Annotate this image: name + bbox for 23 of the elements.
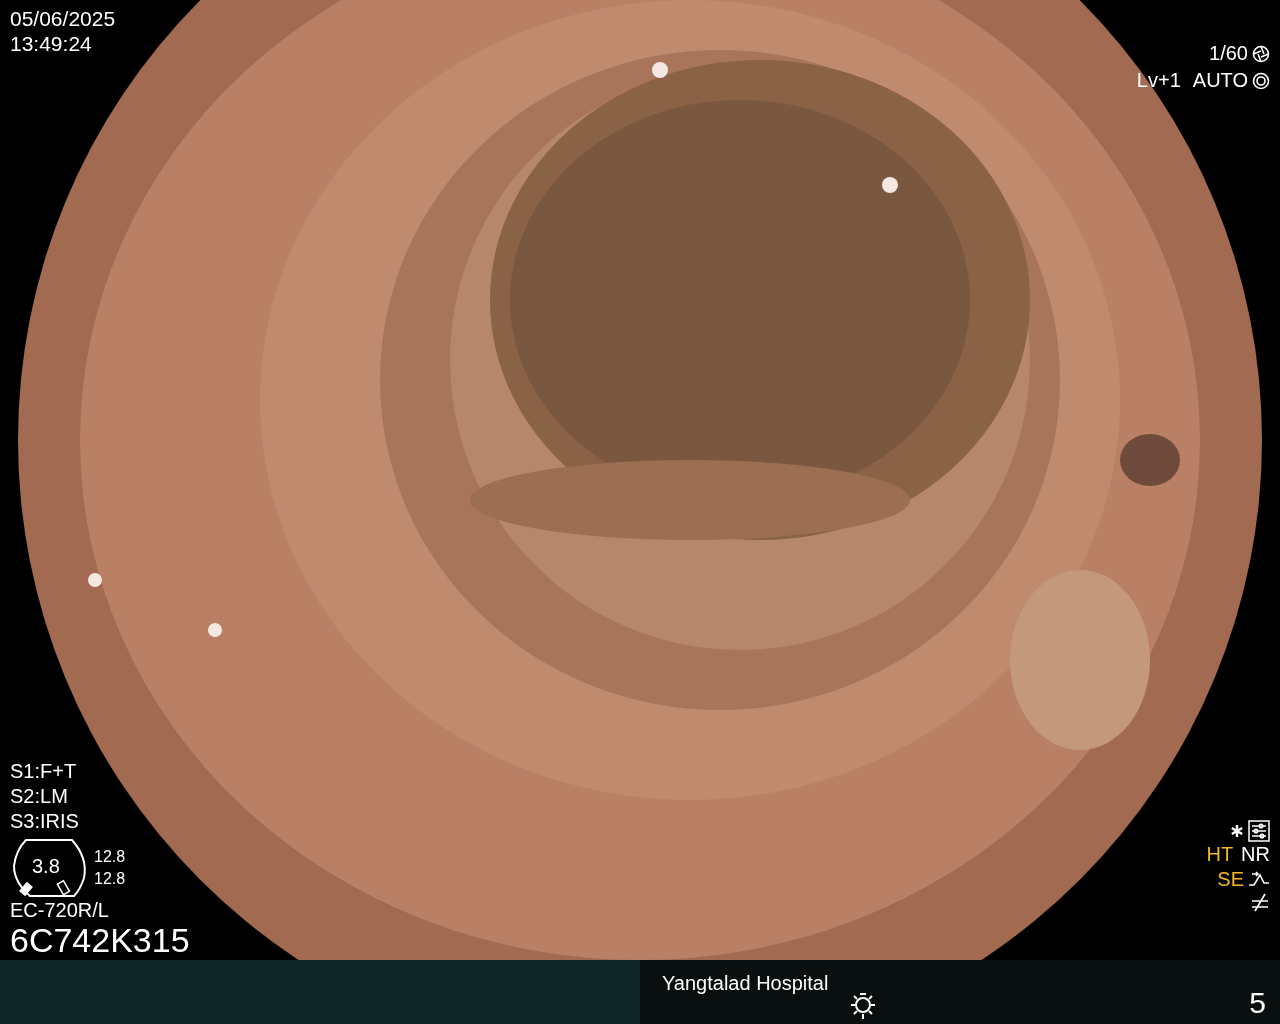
not-equal-icon [1250, 892, 1270, 912]
enhancement-label: HT [1206, 842, 1234, 867]
page-number: 5 [1249, 986, 1266, 1020]
scope-model: EC-720R/L [10, 898, 110, 922]
exposure-mode: AUTO [1192, 68, 1248, 93]
enhancement-label: NR [1241, 842, 1270, 867]
scope-reading: 3.8 [32, 856, 60, 876]
curve-icon [1248, 870, 1270, 889]
shutter-speed: 1/60 [1209, 41, 1248, 66]
asterisk-icon [1230, 824, 1244, 838]
scope-value: 12.8 [94, 869, 126, 889]
time-text: 13:49:24 [10, 31, 93, 56]
scope-serial: 6C742K315 [10, 922, 190, 958]
scope-value: 12.8 [94, 847, 126, 867]
shutter-icon [1252, 71, 1270, 90]
sliders-icon [1248, 820, 1270, 842]
switch-setting: S2:LM [10, 784, 69, 809]
date-text: 05/06/2025 [10, 6, 117, 31]
switch-setting: S1:F+T [10, 759, 78, 784]
hospital-name: Yangtalad Hospital [662, 971, 829, 996]
aperture-icon [1252, 44, 1270, 63]
switch-setting: S3:IRIS [10, 809, 80, 834]
enhancement-label: SE [1217, 867, 1244, 892]
